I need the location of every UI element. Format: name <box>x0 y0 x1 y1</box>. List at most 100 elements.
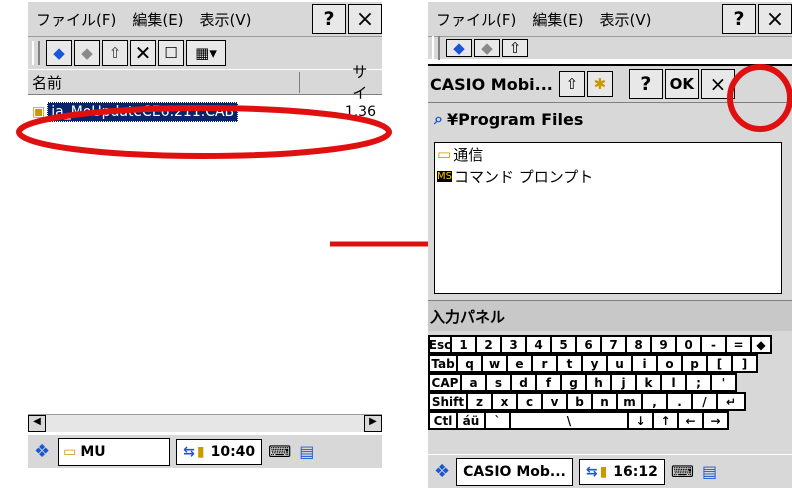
key[interactable]: q <box>456 354 483 373</box>
key[interactable]: ↵ <box>716 392 746 411</box>
list-item[interactable]: MS コマンド プロンプト <box>435 165 781 187</box>
key[interactable]: ; <box>685 373 712 392</box>
delete-icon[interactable]: ✕ <box>130 40 156 66</box>
key[interactable]: [ <box>706 354 733 373</box>
properties-icon[interactable]: ☐ <box>158 40 184 66</box>
desktop-icon[interactable]: ▤ <box>299 442 314 461</box>
key[interactable]: r <box>531 354 558 373</box>
key[interactable]: 7 <box>600 335 627 354</box>
key[interactable]: c <box>516 392 543 411</box>
help-button[interactable]: ? <box>312 4 346 34</box>
menu-file[interactable]: ファイル(F) <box>428 9 524 30</box>
key[interactable]: m <box>616 392 643 411</box>
key[interactable]: 0 <box>675 335 702 354</box>
key[interactable]: . <box>666 392 693 411</box>
help-button[interactable]: ? <box>722 4 756 34</box>
col-size-header[interactable]: サイ <box>300 61 382 103</box>
key[interactable]: Esc <box>428 335 452 354</box>
key[interactable]: 1 <box>450 335 477 354</box>
toolbar-grip[interactable] <box>32 41 40 65</box>
key[interactable]: h <box>585 373 612 392</box>
key[interactable]: p <box>681 354 708 373</box>
key[interactable]: e <box>506 354 533 373</box>
key[interactable]: 5 <box>550 335 577 354</box>
task-button-casio[interactable]: CASIO Mob... <box>456 457 573 486</box>
key[interactable]: ◆ <box>750 335 772 354</box>
key[interactable]: Ctl <box>428 411 458 430</box>
key[interactable]: b <box>566 392 593 411</box>
key[interactable]: g <box>560 373 587 392</box>
key[interactable]: Shift <box>428 392 468 411</box>
key[interactable]: 9 <box>650 335 677 354</box>
key[interactable]: , <box>641 392 668 411</box>
key[interactable]: 8 <box>625 335 652 354</box>
key[interactable]: ] <box>731 354 758 373</box>
key[interactable]: j <box>610 373 637 392</box>
key[interactable]: ' <box>710 373 737 392</box>
menu-edit[interactable]: 編集(E) <box>124 9 191 30</box>
menu-edit[interactable]: 編集(E) <box>524 9 591 30</box>
col-name-header[interactable]: 名前 <box>28 71 301 93</box>
key[interactable]: ← <box>677 411 704 430</box>
forward-icon[interactable]: ◆ <box>74 40 100 66</box>
key[interactable]: u <box>606 354 633 373</box>
desktop-icon[interactable]: ▤ <box>702 462 717 481</box>
clock[interactable]: 16:12 <box>613 464 658 480</box>
key[interactable]: d <box>510 373 537 392</box>
view-menu-icon[interactable]: ▦▾ <box>186 40 226 66</box>
key[interactable]: → <box>702 411 729 430</box>
menu-view[interactable]: 表示(V) <box>192 9 260 30</box>
key[interactable]: z <box>466 392 493 411</box>
key[interactable]: 4 <box>525 335 552 354</box>
key[interactable]: áü <box>456 411 486 430</box>
menu-file[interactable]: ファイル(F) <box>28 9 124 30</box>
key[interactable]: y <box>581 354 608 373</box>
key[interactable]: 3 <box>500 335 527 354</box>
key[interactable]: o <box>656 354 683 373</box>
key[interactable]: CAP <box>428 373 462 392</box>
start-icon[interactable]: ❖ <box>434 461 450 482</box>
up-folder-icon[interactable]: ⇧ <box>558 71 585 97</box>
back-icon[interactable]: ◆ <box>446 39 472 57</box>
keyboard-icon[interactable]: ⌨ <box>671 462 694 481</box>
key[interactable]: \ <box>509 411 629 430</box>
new-folder-icon[interactable]: ✱ <box>586 71 613 97</box>
close-button[interactable]: × <box>348 4 382 34</box>
close-button[interactable]: × <box>758 4 792 34</box>
key[interactable]: a <box>460 373 487 392</box>
dialog-ok-button[interactable]: OK <box>664 69 699 99</box>
key[interactable]: k <box>635 373 662 392</box>
key[interactable]: = <box>725 335 752 354</box>
up-folder-icon[interactable]: ⇧ <box>502 39 528 57</box>
key[interactable]: s <box>485 373 512 392</box>
menu-view[interactable]: 表示(V) <box>592 9 660 30</box>
key[interactable]: w <box>481 354 508 373</box>
key[interactable]: 2 <box>475 335 502 354</box>
clock[interactable]: 10:40 <box>211 444 256 460</box>
start-icon[interactable]: ❖ <box>34 441 50 462</box>
key[interactable]: - <box>700 335 727 354</box>
battery-icon[interactable]: ▮ <box>197 444 205 460</box>
battery-icon[interactable]: ▮ <box>600 464 608 480</box>
keyboard-icon[interactable]: ⌨ <box>268 442 291 461</box>
toolbar-grip[interactable] <box>432 36 440 60</box>
dialog-help-button[interactable]: ? <box>628 69 663 99</box>
key[interactable]: n <box>591 392 618 411</box>
up-folder-icon[interactable]: ⇧ <box>102 40 128 66</box>
back-icon[interactable]: ◆ <box>46 40 72 66</box>
forward-icon[interactable]: ◆ <box>474 39 500 57</box>
key[interactable]: f <box>535 373 562 392</box>
key[interactable]: t <box>556 354 583 373</box>
key[interactable]: 6 <box>575 335 602 354</box>
key[interactable]: i <box>631 354 658 373</box>
key[interactable]: x <box>491 392 518 411</box>
key[interactable]: ` <box>484 411 511 430</box>
scroll-left-icon[interactable]: ◀ <box>28 415 46 432</box>
key[interactable]: v <box>541 392 568 411</box>
key[interactable]: / <box>691 392 718 411</box>
network-icon[interactable]: ⇆ <box>586 464 598 480</box>
task-button-mu[interactable]: ▭ MU <box>58 437 171 466</box>
key[interactable]: ↑ <box>652 411 679 430</box>
list-item[interactable]: ▭ 通信 <box>435 143 781 165</box>
key[interactable]: Tab <box>428 354 458 373</box>
